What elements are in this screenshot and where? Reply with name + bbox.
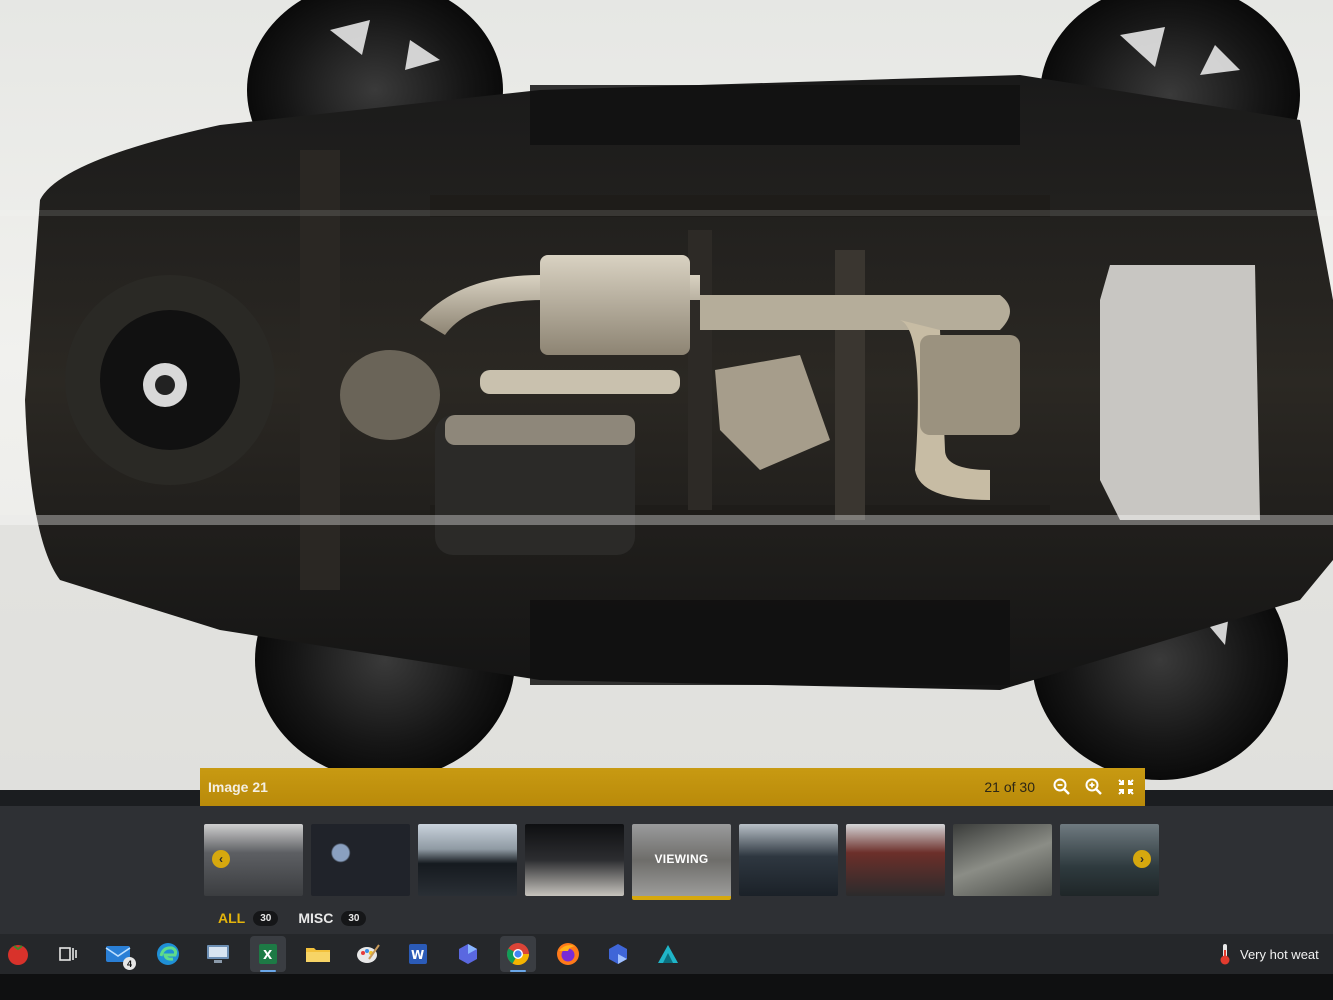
undercarriage-image bbox=[0, 0, 1333, 790]
chrome-icon[interactable] bbox=[500, 936, 536, 972]
previous-arrow-icon[interactable]: ‹ bbox=[212, 850, 230, 868]
viewing-label: VIEWING bbox=[654, 852, 709, 866]
image-filters: ALL 30 MISC 30 bbox=[218, 910, 367, 926]
filter-misc-label: MISC bbox=[298, 910, 334, 926]
taskbar-icons: 4 X W bbox=[0, 936, 686, 972]
vehicle-photo bbox=[0, 0, 1333, 790]
filter-misc[interactable]: MISC 30 bbox=[298, 910, 367, 926]
copilot-icon-2[interactable] bbox=[600, 936, 636, 972]
thumbnail-strip: ‹ VIEWING › ALL 30 MISC 30 bbox=[0, 806, 1333, 934]
mail-badge: 4 bbox=[123, 957, 136, 970]
svg-text:X: X bbox=[263, 948, 273, 962]
filter-all-label: ALL bbox=[218, 910, 246, 926]
app-icon[interactable] bbox=[650, 936, 686, 972]
edge-icon[interactable] bbox=[150, 936, 186, 972]
image-viewer-toolbar: Image 21 21 of 30 bbox=[200, 768, 1145, 806]
thumbnail-cargo-area[interactable]: ‹ bbox=[204, 824, 303, 896]
copilot-icon[interactable] bbox=[450, 936, 486, 972]
taskbar: 4 X W Very hot weat bbox=[0, 934, 1333, 974]
paint-icon[interactable] bbox=[350, 936, 386, 972]
thumbnail-side-sill[interactable] bbox=[953, 824, 1052, 896]
thumbnail-list: ‹ VIEWING › bbox=[204, 824, 1159, 900]
svg-text:W: W bbox=[411, 948, 424, 962]
network-icon[interactable] bbox=[200, 936, 236, 972]
thumbnail-windshield[interactable]: › bbox=[1060, 824, 1159, 896]
tomato-icon[interactable] bbox=[0, 936, 36, 972]
monitor-bezel bbox=[0, 974, 1333, 1000]
weather-widget[interactable]: Very hot weat bbox=[1218, 934, 1319, 974]
thumbnail-front-exterior[interactable] bbox=[739, 824, 838, 896]
active-indicator bbox=[510, 970, 526, 972]
thermometer-icon bbox=[1220, 944, 1230, 965]
firefox-icon[interactable] bbox=[550, 936, 586, 972]
thumbnail-side-exterior[interactable] bbox=[418, 824, 517, 896]
viewer-controls: 21 of 30 bbox=[984, 776, 1137, 798]
filter-all[interactable]: ALL 30 bbox=[218, 910, 279, 926]
image-title: Image 21 bbox=[208, 779, 268, 795]
mail-icon[interactable]: 4 bbox=[100, 936, 136, 972]
thumbnail-undercarriage[interactable]: VIEWING bbox=[632, 824, 731, 900]
active-indicator bbox=[260, 970, 276, 972]
filter-all-count: 30 bbox=[253, 910, 279, 926]
filter-misc-count: 30 bbox=[341, 910, 367, 926]
zoom-in-icon[interactable] bbox=[1083, 776, 1105, 798]
thumbnail-instrument-cluster[interactable] bbox=[311, 824, 410, 896]
next-arrow-icon[interactable]: › bbox=[1133, 850, 1151, 868]
weather-text: Very hot weat bbox=[1240, 946, 1319, 962]
file-explorer-icon[interactable] bbox=[300, 936, 336, 972]
thumbnail-rear-exterior[interactable] bbox=[846, 824, 945, 896]
excel-icon[interactable]: X bbox=[250, 936, 286, 972]
image-counter: 21 of 30 bbox=[984, 779, 1035, 795]
fullscreen-icon[interactable] bbox=[1115, 776, 1137, 798]
word-icon[interactable]: W bbox=[400, 936, 436, 972]
task-view-icon[interactable] bbox=[50, 936, 86, 972]
thumbnail-interior-seat[interactable] bbox=[525, 824, 624, 896]
zoom-out-icon[interactable] bbox=[1051, 776, 1073, 798]
